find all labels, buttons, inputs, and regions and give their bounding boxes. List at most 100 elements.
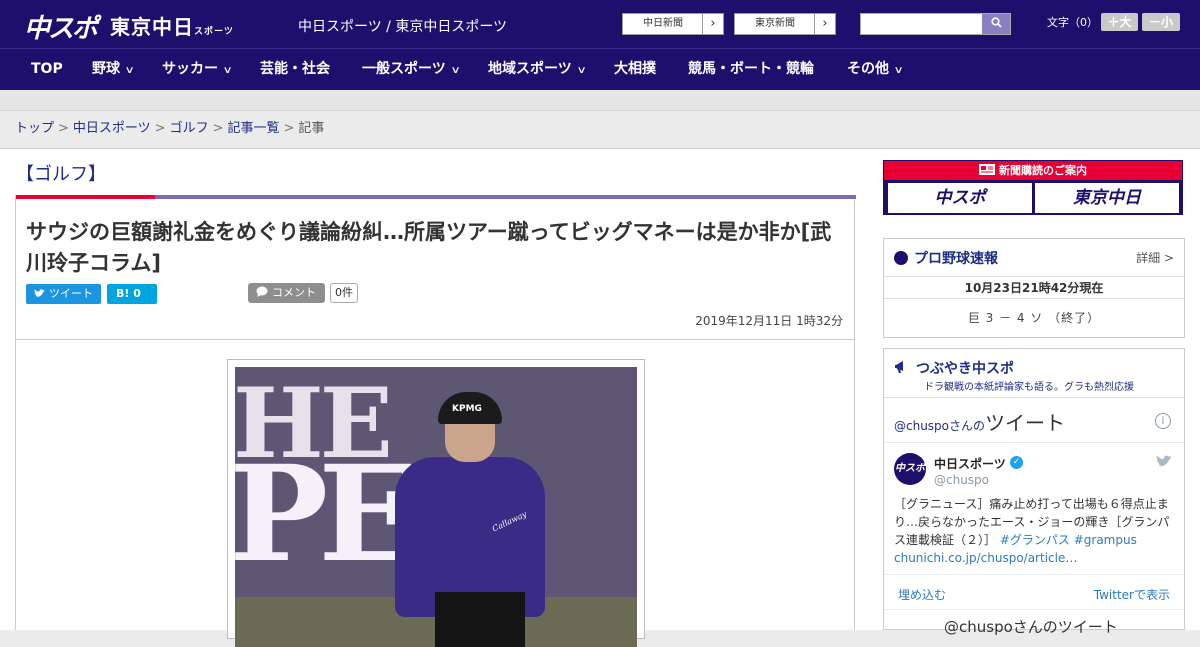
promo-chuspo-button[interactable]: 中スポ <box>888 183 1032 213</box>
megaphone-icon <box>895 361 903 373</box>
twitter-bird-icon[interactable] <box>1156 455 1172 472</box>
promo-ribbon: 新聞購読のご案内 <box>884 161 1182 180</box>
promo-tokyo-chunichi-button[interactable]: 東京中日 <box>1035 183 1179 213</box>
breadcrumb-separator: > <box>212 121 224 136</box>
tweet-text: ［グラニュース］痛み止め打って出場も６得点止まり…戻らなかったエース・ジョーの輝… <box>894 495 1176 567</box>
search-icon <box>990 17 1002 28</box>
twitter-icon <box>34 289 45 297</box>
tweet-hashtags[interactable]: #グランパス #grampus <box>1000 533 1137 547</box>
nav-baseball[interactable]: 野球 ∨ <box>92 49 135 90</box>
tweets-widget-title: つぶやき中スポ <box>894 358 1014 378</box>
comment-count[interactable]: 0件 <box>330 283 358 303</box>
baseball-title-text: プロ野球速報 <box>914 251 998 267</box>
nav-racing[interactable]: 競馬・ボート・競輪 <box>688 49 814 90</box>
article-header: サウジの巨額謝礼金をめぐり議論紛糾…所属ツアー蹴ってビッグマネーは是か非か[武川… <box>15 195 856 340</box>
font-size-increase-button[interactable]: ＋大 <box>1101 13 1138 31</box>
font-size-decrease-button[interactable]: －小 <box>1142 13 1180 31</box>
comment-button[interactable]: コメント <box>248 283 325 303</box>
divider <box>884 442 1184 443</box>
tokyo-shimbun-label: 東京新聞 <box>755 18 795 29</box>
top-bar: 中スポ 東京中日スポーツ 中日スポーツ / 東京中日スポーツ 中日新聞 › 東京… <box>0 0 1200 48</box>
hatena-bookmark-button[interactable]: B! 0 <box>107 284 157 304</box>
site-name: 中日スポーツ / 東京中日スポーツ <box>298 19 508 35</box>
baseball-timestamp: 10月23日21時42分現在 <box>884 276 1184 299</box>
chunichi-shimbun-button[interactable]: 中日新聞 › <box>622 13 724 35</box>
nav-top-label: TOP <box>31 61 63 77</box>
nav-local-sports-label: 地域スポーツ <box>488 61 572 77</box>
golfer-pants <box>435 592 525 647</box>
verified-badge-icon: ✓ <box>1010 456 1023 469</box>
twitter-icon <box>1156 455 1172 467</box>
chevron-right-icon: › <box>702 14 723 34</box>
golfer-cap: KPMG <box>438 392 502 424</box>
tweet-link[interactable]: chunichi.co.jp/chuspo/article… <box>894 551 1077 565</box>
twitter-timeline-title[interactable]: @chuspoさんのツイート <box>894 407 1065 436</box>
breadcrumb-current: 記事 <box>298 121 325 136</box>
main-nav: TOP 野球 ∨ サッカー ∨ 芸能・社会 一般スポーツ ∨ 地域スポーツ ∨ 大相撲 … <box>0 48 1200 90</box>
nav-sumo-label: 大相撲 <box>614 61 656 77</box>
info-icon[interactable]: i <box>1155 413 1171 429</box>
publish-date: 2019年12月11日 1時32分 <box>695 314 843 328</box>
nav-racing-label: 競馬・ボート・競輪 <box>688 61 814 77</box>
nav-other[interactable]: その他 ∨ <box>847 49 904 90</box>
chevron-down-icon: ∨ <box>124 65 135 76</box>
tweet-button[interactable]: ツイート <box>26 284 101 304</box>
tokyo-shimbun-button[interactable]: 東京新聞 › <box>734 13 836 35</box>
search-button[interactable] <box>982 14 1010 34</box>
twitter-timeline-handle: @chuspoさんの <box>894 419 986 433</box>
nav-other-label: その他 <box>847 61 889 77</box>
accent-bar-purple <box>155 195 856 199</box>
nav-general-sports[interactable]: 一般スポーツ ∨ <box>362 49 461 90</box>
view-on-twitter-link[interactable]: Twitterで表示 <box>1094 586 1170 603</box>
comment-label: コメント <box>272 286 316 299</box>
breadcrumb-separator: > <box>58 121 69 136</box>
article-photo[interactable]: HE PEN Callaway KPMG <box>235 367 637 647</box>
baseball-details-link[interactable]: 詳細 > <box>1136 249 1174 266</box>
nav-entertainment[interactable]: 芸能・社会 <box>260 49 330 90</box>
breadcrumb-chunichi-sports[interactable]: 中日スポーツ <box>73 121 151 136</box>
baseball-score[interactable]: 巨 3 － 4 ソ （終了） <box>884 309 1184 326</box>
breadcrumb-top[interactable]: トップ <box>15 121 54 136</box>
tweet-label: ツイート <box>49 287 93 300</box>
nav-local-sports[interactable]: 地域スポーツ ∨ <box>488 49 587 90</box>
tweet-account-name[interactable]: 中日スポーツ <box>934 455 1006 472</box>
embed-link[interactable]: 埋め込む <box>898 586 946 603</box>
subscription-promo: 新聞購読のご案内 中スポ 東京中日 <box>883 160 1183 215</box>
chevron-right-icon: › <box>814 14 835 34</box>
nav-sumo[interactable]: 大相撲 <box>614 49 656 90</box>
divider <box>884 397 1184 398</box>
article-body: HE PEN Callaway KPMG <box>15 340 855 647</box>
category-label: 【ゴルフ】 <box>16 164 106 185</box>
chuspo-logo[interactable]: 中スポ <box>24 8 98 45</box>
chevron-down-icon: ∨ <box>893 65 904 76</box>
twitter-timeline-title-text: ツイート <box>985 411 1066 435</box>
twitter-widget: つぶやき中スポ ドラ観戦の本紙評論家も語る。グラも熱烈応援 @chuspoさんの… <box>883 348 1185 636</box>
nav-entertainment-label: 芸能・社会 <box>260 61 330 77</box>
chevron-down-icon: ∨ <box>222 65 233 76</box>
nav-top[interactable]: TOP <box>31 49 63 90</box>
nav-soccer[interactable]: サッカー ∨ <box>162 49 233 90</box>
tokyo-chunichi-logo[interactable]: 東京中日スポーツ <box>110 11 234 40</box>
promo-ribbon-label: 新聞購読のご案内 <box>999 164 1087 177</box>
nav-soccer-label: サッカー <box>162 61 218 77</box>
font-size-label: 文字（0） <box>1047 16 1098 29</box>
tokyo-chunichi-logo-text: 東京中日 <box>110 15 194 39</box>
breadcrumb-separator: > <box>154 121 166 136</box>
tweet-account-handle[interactable]: @chuspo <box>934 473 989 487</box>
search-input[interactable] <box>860 13 1011 35</box>
ad-strip <box>0 90 1200 111</box>
tweets-subtitle: ドラ観戦の本紙評論家も語る。グラも熱烈応援 <box>924 382 1134 393</box>
divider <box>884 609 1184 610</box>
chevron-down-icon: ∨ <box>450 65 461 76</box>
newspaper-icon <box>979 164 995 175</box>
baseball-widget-title: プロ野球速報 <box>894 248 998 268</box>
avatar[interactable]: 中スポ <box>894 453 926 485</box>
tweets-footer-title[interactable]: @chuspoさんのツイート <box>944 616 1118 637</box>
accent-bar-red <box>16 195 155 199</box>
tweets-title-text: つぶやき中スポ <box>916 361 1014 377</box>
breadcrumb-golf[interactable]: ゴルフ <box>170 121 209 136</box>
nav-baseball-label: 野球 <box>92 61 120 77</box>
comment-icon <box>256 286 268 297</box>
breadcrumb-article-list[interactable]: 記事一覧 <box>228 121 280 136</box>
divider <box>884 574 1184 575</box>
